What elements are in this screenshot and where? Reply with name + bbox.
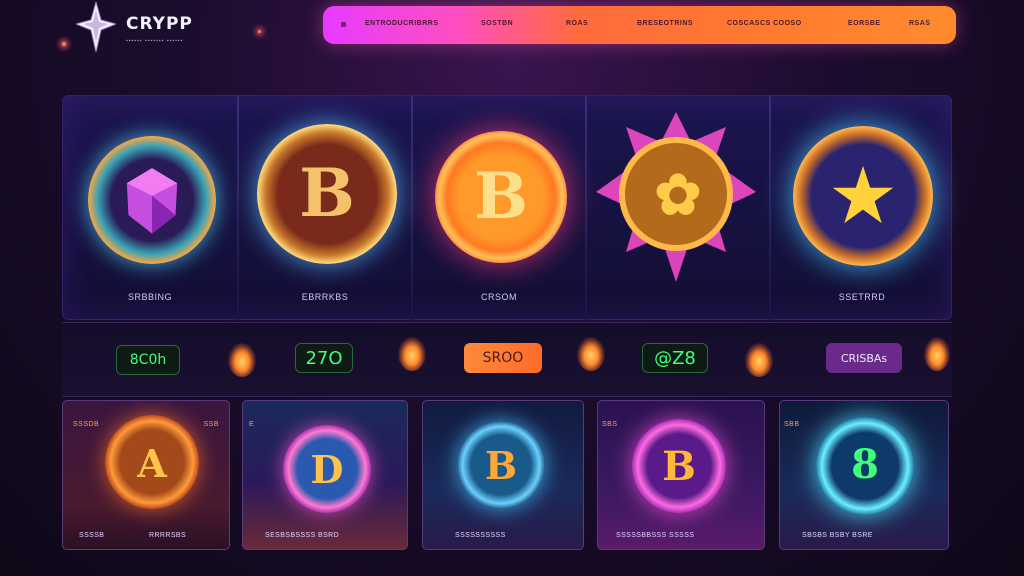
coin-label: CRSOM xyxy=(481,292,517,302)
card-label: SSSDB xyxy=(73,421,100,428)
nav-item[interactable]: SOSTBN xyxy=(481,20,513,27)
featured-coin-card[interactable]: B CRSOM xyxy=(413,96,585,321)
coin-label: SRBBING xyxy=(127,292,172,302)
spark-decoration xyxy=(62,42,66,46)
nav-item[interactable]: RSAS xyxy=(909,20,930,27)
coin-glyph: A xyxy=(137,441,167,486)
flame-icon xyxy=(745,343,773,377)
star-logo-icon xyxy=(76,2,116,52)
coin-icon: 8 xyxy=(816,417,914,515)
coin-card[interactable]: E D SESBSBSSSS BSRD xyxy=(242,400,408,550)
coin-glyph: 8 xyxy=(851,441,879,488)
card-label: SBSBS BSBY BSRE xyxy=(802,532,873,539)
featured-coin-card[interactable]: B EBRRKBS xyxy=(239,96,411,321)
bitcoin-coin-icon: B xyxy=(257,124,397,264)
flame-icon xyxy=(398,337,426,371)
card-label: SSSSB xyxy=(79,532,105,539)
nav-item[interactable]: ROAS xyxy=(566,20,588,27)
card-label: SBB xyxy=(784,421,800,428)
ticker-value-pill[interactable]: @Z8 xyxy=(642,343,708,373)
flame-icon xyxy=(577,337,605,371)
flame-icon xyxy=(228,343,256,377)
spark-decoration xyxy=(258,30,261,33)
coin-icon: D xyxy=(283,425,371,513)
logo-text: CRYPP xyxy=(126,14,193,34)
coin-glyph: B xyxy=(473,159,529,234)
coin-card[interactable]: SBB 8 SBSBS BSBY BSRE xyxy=(779,400,949,550)
bitcoin-coin-icon: B xyxy=(435,131,567,263)
nav-item[interactable]: EORSBE xyxy=(848,20,881,27)
coin-glyph: B xyxy=(662,443,696,490)
coin-glyph: D xyxy=(310,447,344,492)
card-label: SSSSSBBSSS SSSSS xyxy=(616,532,695,539)
coin-glyph: ✿ xyxy=(654,162,702,228)
coin-card[interactable]: SBS B SSSSSBBSSS SSSSS xyxy=(597,400,765,550)
coin-glyph: B xyxy=(484,443,518,488)
featured-coin-card[interactable]: ✿ xyxy=(587,96,769,321)
card-label: SSSSSSSSSS xyxy=(455,532,506,539)
ticker-value-pill[interactable]: 27O xyxy=(295,343,353,373)
coin-glyph: B xyxy=(299,154,355,232)
coin-card[interactable]: SSSDB SSB A SSSSB RRRRSBS xyxy=(62,400,230,550)
coin-label: EBRRKBS xyxy=(301,292,349,302)
coin-glyph: ★ xyxy=(831,154,895,237)
nav-item[interactable]: BRESEOTRINS xyxy=(637,20,693,27)
ticker-value-pill[interactable]: 8C0h xyxy=(116,345,180,375)
main-navbar: ENTRODUCRIBRRS SOSTBN ROAS BRESEOTRINS C… xyxy=(323,6,956,44)
card-label: SBS xyxy=(602,421,618,428)
card-label: SESBSBSSSS BSRD xyxy=(265,532,340,539)
featured-coin-card[interactable]: SRBBING xyxy=(63,96,237,321)
coin-icon: B xyxy=(632,419,726,513)
gem-coin-icon xyxy=(88,136,216,264)
coin-icon: A xyxy=(105,415,199,509)
brand-logo[interactable]: CRYPP ▪▪▪▪▪▪ ▪▪▪▪▪▪▪ ▪▪▪▪▪▪ xyxy=(76,0,226,56)
logo-tagline: ▪▪▪▪▪▪ ▪▪▪▪▪▪▪ ▪▪▪▪▪▪ xyxy=(126,38,184,44)
featured-coins-panel: SRBBING B EBRRKBS B CRSOM ✿ ★ SSETRRD xyxy=(62,95,953,321)
nav-item[interactable]: COSCASCS COOSO xyxy=(727,20,802,27)
nav-dot-icon xyxy=(341,22,346,27)
coin-icon: B xyxy=(457,421,545,509)
coin-label: SSETRRD xyxy=(838,292,886,302)
flame-icon xyxy=(924,337,950,371)
ticker-value-pill[interactable]: CRISBAs xyxy=(826,343,902,373)
coin-card[interactable]: B SSSSSSSSSS xyxy=(422,400,584,550)
star-coin-icon: ★ xyxy=(793,126,933,266)
nav-item[interactable]: ENTRODUCRIBRRS xyxy=(365,20,439,27)
card-label: SSB xyxy=(203,421,219,428)
card-label: E xyxy=(249,421,255,428)
ticker-value-pill[interactable]: SROO xyxy=(464,343,542,373)
ticker-strip: 8C0h 27O SROO @Z8 CRISBAs xyxy=(62,322,952,397)
featured-coin-card[interactable]: ★ SSETRRD xyxy=(771,96,953,321)
card-label: RRRRSBS xyxy=(149,532,187,539)
